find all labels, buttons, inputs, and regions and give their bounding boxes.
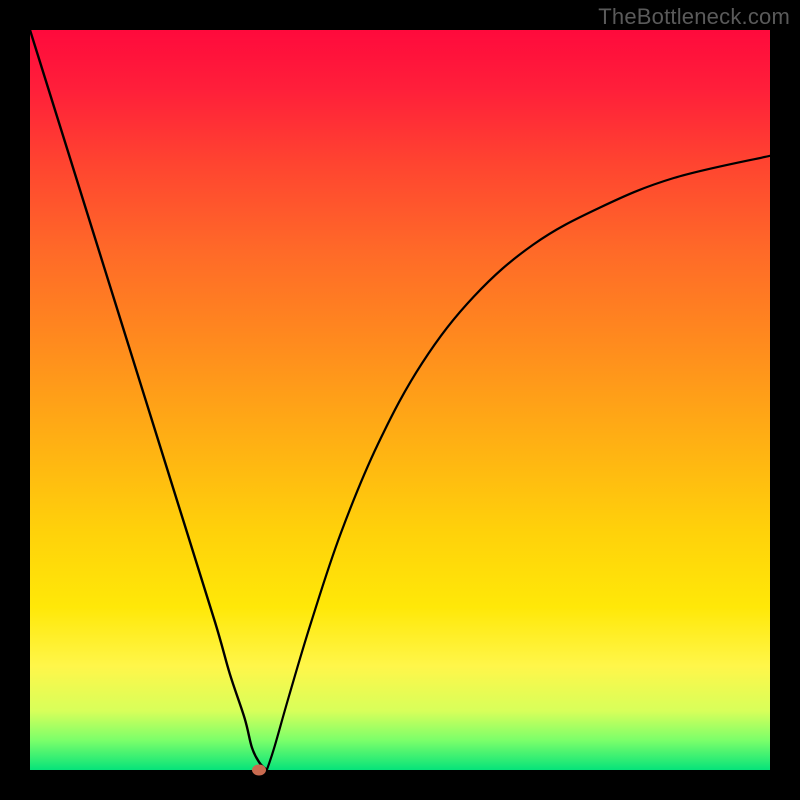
curve-left-branch — [30, 30, 267, 770]
curve-right-branch — [267, 156, 770, 770]
watermark-text: TheBottleneck.com — [598, 4, 790, 30]
minimum-marker — [252, 765, 266, 776]
chart-plot-area — [30, 30, 770, 770]
bottleneck-curve — [30, 30, 770, 770]
